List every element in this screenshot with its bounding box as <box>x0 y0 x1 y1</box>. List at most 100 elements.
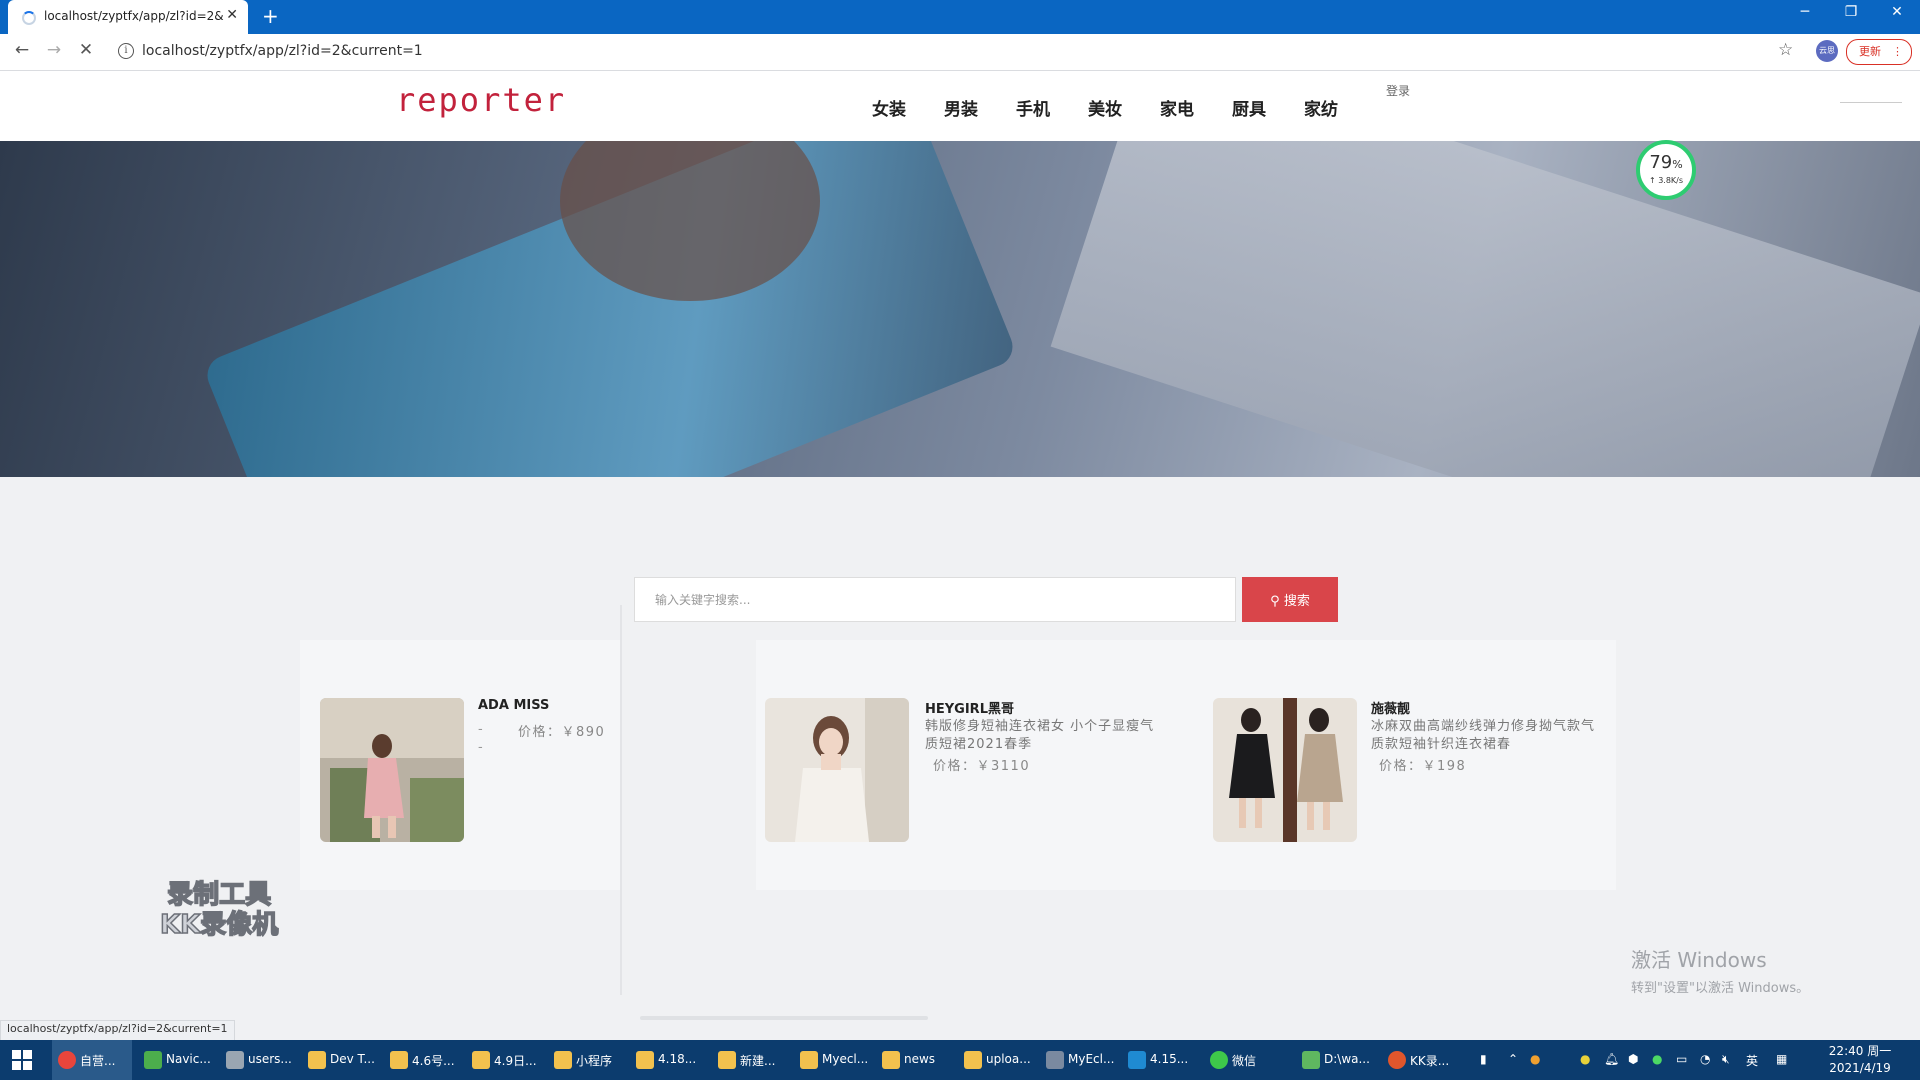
activate-title: 激活 Windows <box>1631 948 1767 972</box>
address-bar[interactable]: i localhost/zyptfx/app/zl?id=2&current=1 <box>112 39 1792 65</box>
product-image[interactable] <box>320 698 464 842</box>
taskbar-item-kk-recorder[interactable]: KK录... <box>1382 1040 1462 1080</box>
product-name[interactable]: 施薇靓 <box>1371 698 1410 717</box>
taskbar-item-folder[interactable]: Dev T... <box>302 1040 382 1080</box>
kk-recorder-icon <box>1388 1051 1406 1069</box>
taskbar-item-vscode[interactable]: 4.15... <box>1122 1040 1202 1080</box>
bookmark-star-icon[interactable]: ☆ <box>1778 40 1793 60</box>
taskbar-item-folder[interactable]: 4.6号... <box>384 1040 464 1080</box>
update-button[interactable]: 更新 ⋮ <box>1846 39 1912 65</box>
horizontal-scrollbar[interactable] <box>640 1016 928 1020</box>
taskbar-item-myeclipse[interactable]: MyEcl... <box>1040 1040 1120 1080</box>
taskbar-item-folder[interactable]: news <box>876 1040 956 1080</box>
product-name[interactable]: ADA MISS <box>478 698 549 713</box>
product-name[interactable]: HEYGIRL黑哥 <box>925 698 1014 717</box>
product-image[interactable] <box>765 698 909 842</box>
browser-tab[interactable]: localhost/zyptfx/app/zl?id=2& ✕ <box>8 0 248 34</box>
new-tab-icon[interactable]: + <box>262 4 279 28</box>
windows-start-icon[interactable] <box>12 1050 32 1070</box>
taskbar-item-chrome[interactable]: 自营... <box>52 1040 132 1080</box>
nav-item-appliances[interactable]: 家电 <box>1160 95 1232 120</box>
battery-icon[interactable]: ▮ <box>1480 1052 1487 1066</box>
activate-windows-notice: 激活 Windows 转到"设置"以激活 Windows。 <box>1631 944 1809 996</box>
folder-icon <box>390 1051 408 1069</box>
watermark-line1: 录制工具 <box>166 879 272 911</box>
myeclipse-icon <box>1046 1051 1064 1069</box>
site-logo[interactable]: reporter <box>396 81 566 119</box>
address-url: localhost/zyptfx/app/zl?id=2&current=1 <box>142 43 423 59</box>
activate-subtitle: 转到"设置"以激活 Windows。 <box>1631 981 1810 996</box>
search-icon: ⚲ <box>1270 594 1280 609</box>
product-price: 价格：￥198 <box>1379 759 1467 774</box>
product-desc: 韩版修身短袖连衣裙女 小个子显瘦气质短裙2021春季 <box>925 719 1155 752</box>
forward-icon[interactable]: → <box>42 40 66 60</box>
document-icon <box>1302 1051 1320 1069</box>
nav-item-textiles[interactable]: 家纺 <box>1304 95 1376 120</box>
category-nav: 女装 男装 手机 美妆 家电 厨具 家纺 <box>872 95 1376 120</box>
tab-title: localhost/zyptfx/app/zl?id=2& <box>44 9 224 23</box>
minimize-icon[interactable]: ─ <box>1790 4 1820 20</box>
taskbar-item-explorer[interactable]: D:\wa... <box>1296 1040 1376 1080</box>
network-speed-badge[interactable]: 79% ↑ 3.8K/s <box>1636 140 1696 200</box>
tray-app-icon[interactable]: ⬢ <box>1628 1052 1638 1066</box>
taskbar-item-folder[interactable]: uploa... <box>958 1040 1038 1080</box>
product-desc: - - <box>478 722 484 755</box>
loading-spinner-icon <box>22 11 36 25</box>
wifi-icon[interactable]: ◔ <box>1700 1052 1710 1066</box>
ime-language[interactable]: 英 <box>1746 1052 1758 1069</box>
profile-avatar[interactable]: 云思 <box>1816 40 1838 62</box>
hero-laptop-shape <box>1050 141 1920 477</box>
windows-taskbar: 自营... Navic... users... Dev T... 4.6号...… <box>0 1040 1920 1080</box>
folder-icon <box>964 1051 982 1069</box>
speed-unit: % <box>1672 158 1683 171</box>
tray-app-icon[interactable]: ● <box>1530 1052 1540 1066</box>
speed-rate: ↑ 3.8K/s <box>1648 176 1684 185</box>
product-price: 价格：￥890 <box>518 725 606 740</box>
tray-expand-icon[interactable]: ⌃ <box>1508 1052 1518 1066</box>
more-menu-icon[interactable]: ⋮ <box>1880 40 1903 64</box>
clock-time: 22:40 周一 <box>1828 1044 1892 1058</box>
speed-percent: 79 <box>1649 152 1673 173</box>
close-tab-icon[interactable]: ✕ <box>226 7 238 23</box>
product-image[interactable] <box>1213 698 1357 842</box>
vscode-icon <box>1128 1051 1146 1069</box>
content-divider <box>620 605 622 995</box>
taskbar-item-folder[interactable]: Myecl... <box>794 1040 874 1080</box>
status-bar-url: localhost/zyptfx/app/zl?id=2&current=1 <box>0 1020 235 1042</box>
back-icon[interactable]: ← <box>10 40 34 60</box>
folder-icon <box>882 1051 900 1069</box>
taskbar-item-navicat[interactable]: Navic... <box>138 1040 218 1080</box>
nav-item-women[interactable]: 女装 <box>872 95 944 120</box>
search-input[interactable] <box>634 577 1236 622</box>
volume-muted-icon[interactable]: 🔇︎ <box>1722 1052 1730 1067</box>
taskbar-item-folder[interactable]: 4.18... <box>630 1040 710 1080</box>
taskbar-item-users[interactable]: users... <box>220 1040 300 1080</box>
update-label: 更新 <box>1859 45 1881 58</box>
nav-item-beauty[interactable]: 美妆 <box>1088 95 1160 120</box>
ime-keyboard-icon[interactable]: ▦ <box>1776 1052 1787 1066</box>
header-divider <box>1840 102 1902 103</box>
restore-icon[interactable]: ❐ <box>1836 4 1866 20</box>
browser-titlebar: localhost/zyptfx/app/zl?id=2& ✕ + ─ ❐ ✕ <box>0 0 1920 34</box>
nav-item-kitchen[interactable]: 厨具 <box>1232 95 1304 120</box>
tray-device-icon[interactable]: ▭ <box>1676 1052 1687 1066</box>
login-link[interactable]: 登录 <box>1386 82 1410 99</box>
stop-icon[interactable]: ✕ <box>74 40 98 60</box>
search-button[interactable]: ⚲ 搜索 <box>1242 577 1338 622</box>
nav-item-phones[interactable]: 手机 <box>1016 95 1088 120</box>
nav-item-men[interactable]: 男装 <box>944 95 1016 120</box>
wechat-tray-icon[interactable]: ● <box>1652 1052 1662 1066</box>
taskbar-clock[interactable]: 22:40 周一 2021/4/19 <box>1820 1043 1900 1077</box>
taskbar-item-wechat[interactable]: 微信 <box>1204 1040 1284 1080</box>
close-window-icon[interactable]: ✕ <box>1882 4 1912 20</box>
tray-app-icon[interactable]: ● <box>1580 1052 1590 1066</box>
taskbar-item-folder[interactable]: 新建... <box>712 1040 792 1080</box>
recorder-watermark: 录制工具 KK录像机 <box>159 879 279 941</box>
taskbar-item-folder[interactable]: 小程序 <box>548 1040 628 1080</box>
notification-bell-icon[interactable]: 🔔︎ <box>1604 1052 1619 1066</box>
folder-icon <box>636 1051 654 1069</box>
site-info-icon[interactable]: i <box>118 43 134 59</box>
taskbar-item-folder[interactable]: 4.9日... <box>466 1040 546 1080</box>
product-price: 价格：￥3110 <box>933 759 1031 774</box>
folder-icon <box>472 1051 490 1069</box>
